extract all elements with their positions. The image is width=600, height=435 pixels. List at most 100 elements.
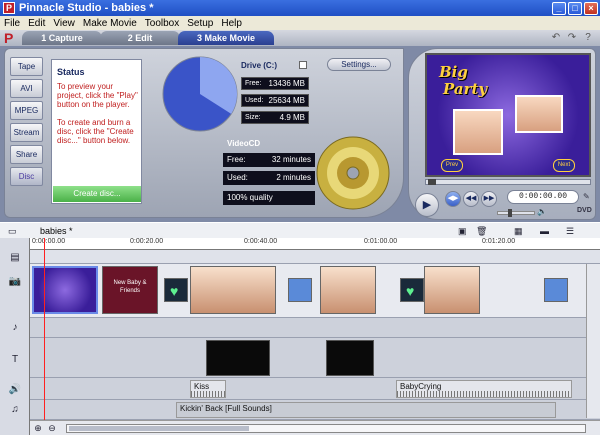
edit-pen-icon[interactable]: ✎ bbox=[583, 192, 590, 201]
audio-clip-kiss[interactable]: Kiss bbox=[190, 380, 226, 398]
sound-effects-track[interactable]: Kiss BabyCrying bbox=[30, 378, 600, 400]
transition-heart-1[interactable]: ♥ bbox=[164, 278, 188, 302]
volume-slider[interactable] bbox=[497, 209, 535, 217]
timeline-ruler[interactable]: 0:00:00.00 0:00:20.00 0:00:40.00 0:01:00… bbox=[30, 238, 600, 250]
transition-wipe-2[interactable] bbox=[544, 278, 568, 302]
waveform bbox=[191, 391, 225, 397]
video-track-icon[interactable]: 📷 bbox=[8, 276, 22, 290]
zoom-in-icon[interactable]: ⊕ bbox=[32, 423, 44, 434]
scrubber-thumb[interactable] bbox=[428, 179, 436, 185]
music-track-icon[interactable]: ♫ bbox=[8, 404, 22, 418]
project-name: babies * bbox=[40, 226, 73, 236]
zoom-out-icon[interactable]: ⊖ bbox=[46, 423, 58, 434]
tab-edit[interactable]: 2 Edit bbox=[100, 31, 180, 45]
status-message-create: To create and burn a disc, click the "Cr… bbox=[57, 118, 134, 145]
audio-clip-kiss-label: Kiss bbox=[194, 382, 210, 391]
title-track-icon[interactable]: T bbox=[8, 354, 22, 368]
menu-toolbox[interactable]: Toolbox bbox=[145, 18, 179, 29]
format-stream-button[interactable]: Stream bbox=[10, 123, 43, 142]
tab-make-movie[interactable]: 3 Make Movie bbox=[178, 31, 274, 45]
video-clip-photo-1[interactable] bbox=[190, 266, 276, 314]
minimize-button[interactable]: _ bbox=[552, 1, 566, 15]
audio-clip-babycrying[interactable]: BabyCrying bbox=[396, 380, 572, 398]
dvd-nav-button[interactable]: ◀▶ bbox=[445, 191, 461, 207]
video-clip-photo-3[interactable] bbox=[424, 266, 480, 314]
menu-setup[interactable]: Setup bbox=[187, 18, 213, 29]
horizontal-scroll-thumb[interactable] bbox=[69, 426, 249, 431]
title-overlay-track[interactable] bbox=[30, 338, 600, 378]
audio-track-icon[interactable]: ♪ bbox=[8, 322, 22, 336]
video-clip-title[interactable]: New Baby & Friends bbox=[102, 266, 158, 314]
timeline-bottom-bar: ⊕ ⊖ bbox=[30, 420, 600, 435]
sound-effects-track-icon[interactable]: 🔊 bbox=[8, 384, 22, 398]
music-clip[interactable]: Kickin' Back [Full Sounds] bbox=[176, 402, 556, 418]
menu-file[interactable]: File bbox=[4, 18, 20, 29]
format-disc-button[interactable]: Disc bbox=[10, 167, 43, 186]
menu-title-line2: Party bbox=[443, 80, 488, 98]
drive-free-key: Free: bbox=[245, 80, 262, 87]
timeline-view-icon[interactable]: ▬ bbox=[540, 226, 549, 236]
menu-help[interactable]: Help bbox=[221, 18, 242, 29]
undo-icon[interactable]: ↶ bbox=[550, 32, 562, 44]
status-title: Status bbox=[57, 67, 85, 77]
video-clip-photo-2[interactable] bbox=[320, 266, 376, 314]
help-icon[interactable]: ? bbox=[582, 32, 594, 44]
create-disc-button[interactable]: Create disc... bbox=[53, 186, 141, 202]
maximize-button[interactable]: □ bbox=[568, 1, 582, 15]
video-track[interactable]: New Baby & Friends ♥ ♥ bbox=[30, 264, 600, 318]
tab-capture[interactable]: 1 Capture bbox=[22, 31, 102, 45]
storyboard-tab-icon[interactable]: ▭ bbox=[8, 226, 17, 237]
preview-screen[interactable]: Big Party Prev Next bbox=[425, 53, 591, 177]
menu-next-button[interactable]: Next bbox=[553, 159, 575, 172]
format-share-button[interactable]: Share bbox=[10, 145, 43, 164]
storyboard-view-icon[interactable]: ▦ bbox=[514, 226, 523, 237]
fast-forward-button[interactable]: ▶▶ bbox=[481, 191, 497, 207]
menu-view[interactable]: View bbox=[53, 18, 75, 29]
menu-make-movie[interactable]: Make Movie bbox=[83, 18, 137, 29]
timeline-vertical-scrollbar[interactable] bbox=[586, 264, 600, 418]
rewind-button[interactable]: ◀◀ bbox=[463, 191, 479, 207]
transition-heart-2[interactable]: ♥ bbox=[400, 278, 424, 302]
menu-prev-button[interactable]: Prev bbox=[441, 159, 463, 172]
title-overlay-clip-1[interactable] bbox=[206, 340, 270, 376]
speaker-icon: 🔈 bbox=[537, 207, 547, 216]
menu-track[interactable] bbox=[30, 250, 600, 264]
drive-label: Drive (C:) bbox=[241, 61, 278, 70]
menu-edit[interactable]: Edit bbox=[28, 18, 45, 29]
text-view-icon[interactable]: ☰ bbox=[566, 226, 574, 237]
drive-indicator[interactable] bbox=[299, 61, 307, 69]
title-overlay-clip-2[interactable] bbox=[326, 340, 374, 376]
menu-track-icon[interactable]: ▤ bbox=[8, 252, 22, 266]
audio-clip-babycrying-label: BabyCrying bbox=[400, 382, 442, 391]
play-button[interactable]: ▶ bbox=[415, 193, 439, 217]
drive-free-row: Free: 13436 MB bbox=[241, 77, 309, 90]
timeline-position-marker[interactable] bbox=[44, 238, 45, 420]
vcd-quality: 100% quality bbox=[227, 193, 273, 202]
close-button[interactable]: × bbox=[584, 1, 598, 15]
vcd-used-row: Used: 2 minutes bbox=[223, 171, 315, 185]
title-bar: P Pinnacle Studio - babies * _ □ × bbox=[0, 0, 600, 16]
redo-icon[interactable]: ↷ bbox=[566, 32, 578, 44]
drive-free-value: 13436 MB bbox=[268, 79, 305, 88]
preview-scrubber[interactable] bbox=[425, 179, 591, 185]
split-clip-icon[interactable]: ▣ bbox=[458, 226, 467, 237]
delete-clip-icon[interactable]: 🗑 bbox=[476, 226, 487, 237]
volume-thumb[interactable] bbox=[508, 209, 512, 217]
vcd-used-value: 2 minutes bbox=[276, 173, 311, 182]
videocd-label: VideoCD bbox=[227, 139, 261, 148]
format-tape-button[interactable]: Tape bbox=[10, 57, 43, 76]
original-audio-track[interactable] bbox=[30, 318, 600, 338]
format-avi-button[interactable]: AVI bbox=[10, 79, 43, 98]
music-track[interactable]: Kickin' Back [Full Sounds] bbox=[30, 400, 600, 420]
make-movie-panel: Tape AVI MPEG Stream Share Disc Status T… bbox=[4, 48, 404, 218]
settings-button[interactable]: Settings... bbox=[327, 58, 391, 71]
transition-wipe-1[interactable] bbox=[288, 278, 312, 302]
heart-icon: ♥ bbox=[170, 283, 179, 299]
format-mpeg-button[interactable]: MPEG bbox=[10, 101, 43, 120]
vcd-free-value: 32 minutes bbox=[271, 155, 311, 164]
timecode-display[interactable]: 0:00:00.00 bbox=[507, 190, 579, 204]
timeline-horizontal-scrollbar[interactable] bbox=[66, 424, 586, 433]
ruler-tick-60: 0:01:00.00 bbox=[364, 238, 398, 245]
status-message-preview: To preview your project, click the "Play… bbox=[57, 82, 138, 109]
video-clip-menu[interactable] bbox=[32, 266, 98, 314]
